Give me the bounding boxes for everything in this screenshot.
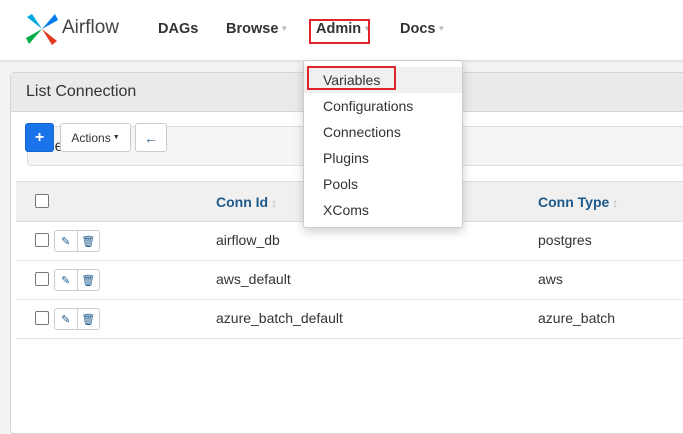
conn-id-cell: airflow_db xyxy=(216,232,280,248)
variables-highlight-box xyxy=(307,66,396,90)
edit-icon[interactable]: ✎ xyxy=(55,270,77,290)
menu-item-configurations[interactable]: Configurations xyxy=(323,98,413,114)
page-title: List Connection xyxy=(26,83,137,100)
add-connection-button[interactable]: + xyxy=(25,123,54,152)
nav-dags[interactable]: DAGs xyxy=(158,21,198,37)
sort-icon: ↕ xyxy=(271,196,278,210)
table-row: ✎ 🗑 azure_batch_default azure_batch xyxy=(16,299,683,339)
conn-id-cell: azure_batch_default xyxy=(216,310,343,326)
admin-highlight-box xyxy=(309,19,370,44)
menu-item-plugins[interactable]: Plugins xyxy=(323,150,369,166)
conn-id-header-label: Conn Id xyxy=(216,194,269,210)
caret-down-icon: ▼ xyxy=(112,134,120,141)
trash-icon[interactable]: 🗑 xyxy=(76,270,100,290)
nav-docs[interactable]: Docs ▼ xyxy=(400,21,445,37)
table-row: ✎ 🗑 aws_default aws xyxy=(16,260,683,300)
edit-icon[interactable]: ✎ xyxy=(55,309,77,329)
menu-item-connections[interactable]: Connections xyxy=(323,124,401,140)
nav-browse-label: Browse xyxy=(226,21,279,37)
actions-label: Actions xyxy=(71,130,111,145)
caret-down-icon: ▼ xyxy=(437,24,446,33)
sort-icon: ↕ xyxy=(612,196,619,210)
conn-type-header-label: Conn Type xyxy=(538,194,610,210)
menu-item-pools[interactable]: Pools xyxy=(323,176,358,192)
select-all-checkbox[interactable] xyxy=(35,194,49,208)
trash-icon[interactable]: 🗑 xyxy=(76,309,100,329)
conn-type-cell: postgres xyxy=(538,232,592,248)
edit-icon[interactable]: ✎ xyxy=(55,231,77,251)
nav-docs-label: Docs xyxy=(400,21,436,37)
conn-id-cell: aws_default xyxy=(216,271,291,287)
row-checkbox[interactable] xyxy=(35,311,49,325)
menu-item-xcoms[interactable]: XComs xyxy=(323,202,369,218)
brand-name[interactable]: Airflow xyxy=(62,17,119,39)
caret-down-icon: ▼ xyxy=(280,24,289,33)
conn-type-cell: aws xyxy=(538,271,563,287)
conn-type-cell: azure_batch xyxy=(538,310,616,326)
row-checkbox[interactable] xyxy=(35,233,49,247)
actions-dropdown-button[interactable]: Actions ▼ xyxy=(60,123,131,152)
row-checkbox[interactable] xyxy=(35,272,49,286)
trash-icon[interactable]: 🗑 xyxy=(76,231,100,251)
arrow-left-icon: ← xyxy=(144,129,158,146)
column-header-conn-type[interactable]: Conn Type ↕ xyxy=(538,194,618,210)
row-action-buttons: ✎ 🗑 xyxy=(54,308,100,330)
column-header-conn-id[interactable]: Conn Id ↕ xyxy=(216,194,277,210)
row-action-buttons: ✎ 🗑 xyxy=(54,269,100,291)
airflow-logo-icon[interactable] xyxy=(24,10,60,48)
nav-dags-label: DAGs xyxy=(158,21,199,37)
back-button[interactable]: ← xyxy=(135,123,167,152)
nav-browse[interactable]: Browse ▼ xyxy=(226,21,288,37)
row-action-buttons: ✎ 🗑 xyxy=(54,230,100,252)
plus-icon: + xyxy=(34,128,45,146)
